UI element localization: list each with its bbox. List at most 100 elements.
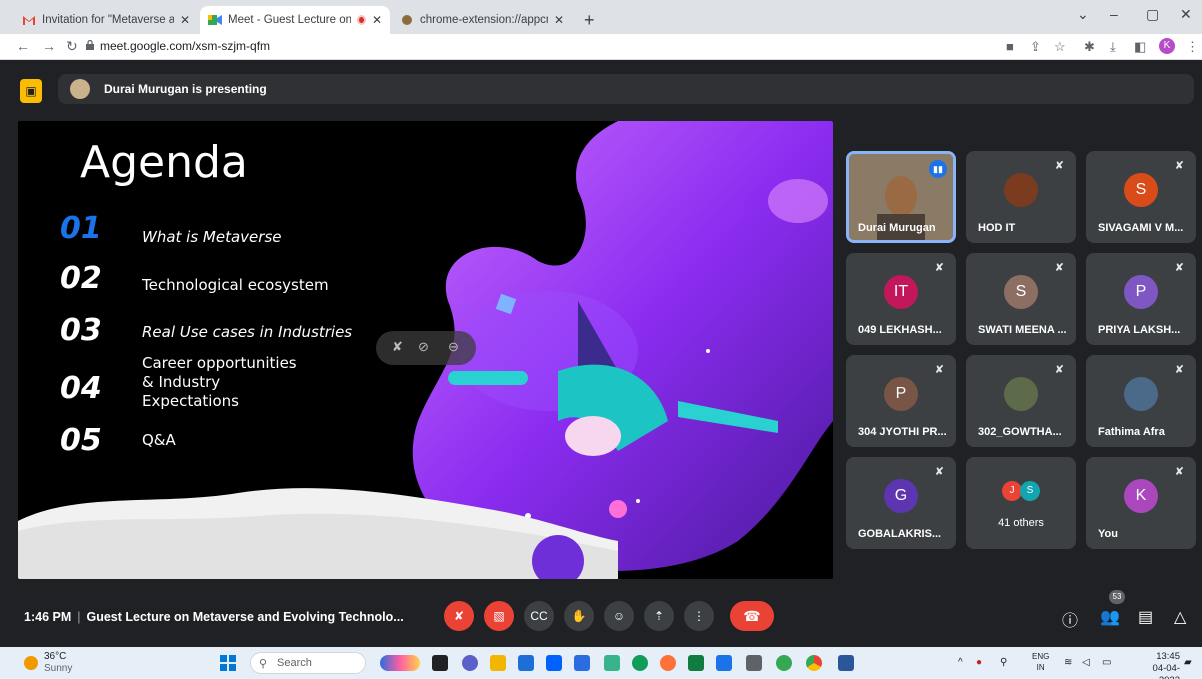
- captions-button[interactable]: CC: [524, 601, 554, 631]
- agenda-number: 04: [60, 371, 102, 406]
- extension-icon: [400, 14, 414, 26]
- mic-off-icon[interactable]: ✘: [392, 339, 403, 355]
- participant-tile[interactable]: ✘ IT 049 LEKHASH...: [846, 253, 956, 345]
- chat-app-icon[interactable]: [462, 655, 478, 671]
- leave-call-button[interactable]: ☎: [730, 601, 774, 631]
- new-tab-button[interactable]: +: [584, 10, 595, 31]
- camera-icon[interactable]: ■: [1006, 39, 1014, 54]
- agenda-number: 01: [60, 211, 102, 246]
- back-icon[interactable]: ←: [16, 38, 30, 54]
- participant-avatar: [1004, 377, 1038, 411]
- emoji-button[interactable]: ☺: [604, 601, 634, 631]
- os-taskbar: 36°C Sunny ⚲ Search ^ ● ⚲ ENG IN ≋ ◁ ▭ 1…: [0, 647, 1202, 679]
- others-avatar: S: [1020, 481, 1040, 501]
- participant-avatar: G: [884, 479, 918, 513]
- app-icon[interactable]: [716, 655, 732, 671]
- excel-icon[interactable]: [688, 655, 704, 671]
- camera-toggle-button[interactable]: ▧: [484, 601, 514, 631]
- windows-start-icon[interactable]: [220, 655, 236, 671]
- remove-icon[interactable]: ⊖: [448, 339, 459, 355]
- tray-usb-icon[interactable]: ⚲: [1000, 657, 1007, 668]
- self-tile[interactable]: ✘ K You: [1086, 457, 1196, 549]
- app-icon[interactable]: [776, 655, 792, 671]
- participant-tile[interactable]: ▮▮ Durai Murugan: [846, 151, 956, 243]
- mic-off-icon: ✘: [934, 364, 944, 376]
- reload-icon[interactable]: ↻: [66, 38, 78, 55]
- bookmark-star-icon[interactable]: ☆: [1054, 39, 1066, 55]
- volume-icon[interactable]: ◁: [1082, 657, 1090, 668]
- widget-art-icon[interactable]: [380, 655, 420, 671]
- app-icon[interactable]: [746, 655, 762, 671]
- taskbar-clock[interactable]: 13:45 04-04-2023: [1136, 651, 1180, 679]
- activities-icon[interactable]: △: [1174, 607, 1186, 627]
- more-options-button[interactable]: ⋮: [684, 601, 714, 631]
- unpin-icon[interactable]: ⊘: [418, 339, 429, 355]
- meet-icon: [208, 14, 222, 26]
- meeting-details-icon[interactable]: ⓘ: [1062, 607, 1078, 631]
- notification-icon[interactable]: ▰: [1184, 657, 1192, 668]
- app-icon[interactable]: [518, 655, 534, 671]
- tab-extension[interactable]: chrome-extension://appcnhiefcic ✕: [392, 6, 572, 34]
- others-count: 41 others: [998, 517, 1044, 529]
- agenda-item: Real Use cases in Industries: [142, 323, 353, 341]
- wifi-icon[interactable]: ≋: [1064, 657, 1072, 668]
- download-icon[interactable]: ⤓: [1110, 39, 1116, 55]
- edge-icon[interactable]: [632, 655, 648, 671]
- tab-gmail[interactable]: Invitation for "Metaverse and Evo ✕: [14, 6, 198, 34]
- participant-tile[interactable]: ✘ G GOBALAKRIS...: [846, 457, 956, 549]
- maximize-button[interactable]: ▢: [1146, 6, 1159, 23]
- share-icon[interactable]: ⇪: [1030, 39, 1041, 55]
- close-window-button[interactable]: ✕: [1180, 6, 1192, 23]
- firefox-icon[interactable]: [660, 655, 676, 671]
- participant-avatar: P: [1124, 275, 1158, 309]
- agenda-number: 05: [60, 423, 102, 458]
- people-icon[interactable]: 👥: [1100, 607, 1120, 627]
- language-indicator[interactable]: ENG IN: [1032, 651, 1049, 673]
- mic-toggle-button[interactable]: ✘: [444, 601, 474, 631]
- agenda-item: Technological ecosystem: [142, 276, 329, 294]
- forward-icon[interactable]: →: [42, 38, 56, 54]
- participant-tile[interactable]: ✘ P 304 JYOTHI PR...: [846, 355, 956, 447]
- tray-overflow-icon[interactable]: ^: [958, 657, 963, 668]
- slide-title: Agenda: [80, 137, 248, 188]
- weather-widget[interactable]: 36°C Sunny: [44, 651, 72, 675]
- participant-tile[interactable]: ✘ 302_GOWTHA...: [966, 355, 1076, 447]
- chat-icon[interactable]: ▤: [1138, 607, 1153, 627]
- mic-off-icon: ✘: [1174, 364, 1184, 376]
- close-tab-icon[interactable]: ✕: [180, 13, 190, 27]
- present-now-button[interactable]: ⇡: [644, 601, 674, 631]
- minimize-button[interactable]: –: [1110, 6, 1118, 22]
- stop-presenting-button[interactable]: ▣: [20, 79, 42, 103]
- tab-search-icon[interactable]: ⌄: [1077, 6, 1089, 23]
- dropbox-icon[interactable]: [546, 655, 562, 671]
- meeting-info: 1:46 PM | Guest Lecture on Metaverse and E…: [24, 610, 404, 624]
- presenter-tile-controls: ✘ ⊘ ⊖: [376, 331, 476, 365]
- app-icon[interactable]: [604, 655, 620, 671]
- menu-icon[interactable]: ⋮: [1186, 39, 1199, 55]
- raise-hand-button[interactable]: ✋: [564, 601, 594, 631]
- tab-meet[interactable]: Meet - Guest Lecture on Me ✕: [200, 6, 390, 34]
- participant-tile[interactable]: ✘ S SWATI MEENA ...: [966, 253, 1076, 345]
- speaking-indicator-icon: ▮▮: [929, 160, 947, 178]
- battery-icon[interactable]: ▭: [1102, 657, 1111, 668]
- close-tab-icon[interactable]: ✕: [554, 13, 564, 27]
- browser-tab-strip: Invitation for "Metaverse and Evo ✕ Meet…: [0, 0, 1202, 34]
- chrome-icon[interactable]: [806, 655, 822, 671]
- side-panel-icon[interactable]: ◧: [1134, 39, 1146, 55]
- word-icon[interactable]: [838, 655, 854, 671]
- tray-app-icon[interactable]: ●: [976, 657, 982, 668]
- mic-off-icon: ✘: [1174, 466, 1184, 478]
- task-view-icon[interactable]: [432, 655, 448, 671]
- profile-avatar[interactable]: K: [1159, 38, 1175, 54]
- participant-tile[interactable]: ✘ Fathima Afra: [1086, 355, 1196, 447]
- file-explorer-icon[interactable]: [490, 655, 506, 671]
- store-icon[interactable]: [574, 655, 590, 671]
- extensions-puzzle-icon[interactable]: ✱: [1084, 39, 1095, 55]
- close-tab-icon[interactable]: ✕: [372, 13, 382, 27]
- participant-tile[interactable]: ✘ HOD IT: [966, 151, 1076, 243]
- participant-tile[interactable]: ✘ S SIVAGAMI V M...: [1086, 151, 1196, 243]
- url-text[interactable]: meet.google.com/xsm-szjm-qfm: [100, 39, 270, 53]
- taskbar-search[interactable]: ⚲ Search: [250, 652, 366, 674]
- participant-tile[interactable]: ✘ P PRIYA LAKSH...: [1086, 253, 1196, 345]
- others-tile[interactable]: J S 41 others: [966, 457, 1076, 549]
